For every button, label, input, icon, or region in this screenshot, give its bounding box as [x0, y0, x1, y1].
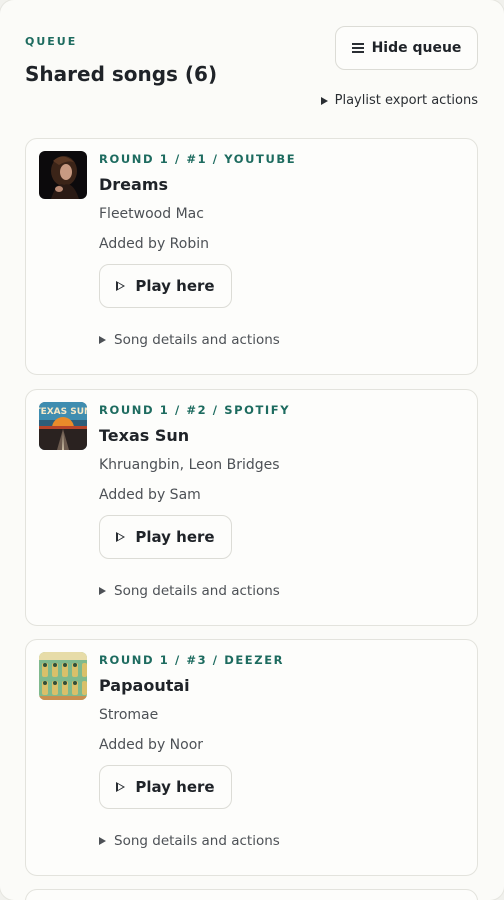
- album-art-papaoutai: [39, 652, 87, 700]
- list-icon: [351, 43, 364, 53]
- song-details-label: Song details and actions: [114, 332, 280, 348]
- hide-queue-button[interactable]: Hide queue: [335, 26, 478, 70]
- play-here-label: Play here: [135, 277, 215, 295]
- song-details-toggle[interactable]: Song details and actions: [99, 583, 280, 599]
- play-icon: [116, 782, 126, 792]
- song-artist: Stromae: [99, 707, 159, 723]
- song-card: ROUND 1 / #3 / DEEZER Papaoutai Stromae …: [25, 639, 478, 876]
- song-details-toggle[interactable]: Song details and actions: [99, 332, 280, 348]
- song-artist: Fleetwood Mac: [99, 206, 204, 222]
- album-art-texas-sun: TEXAS SUN: [39, 402, 87, 450]
- playlist-export-label: Playlist export actions: [334, 93, 478, 108]
- song-title: Dreams: [99, 175, 169, 194]
- song-meta: ROUND 1 / #2 / SPOTIFY: [99, 403, 291, 417]
- play-icon: [116, 281, 126, 291]
- queue-panel: QUEUE Shared songs (6) Hide queue Playli…: [0, 0, 504, 900]
- song-meta: ROUND 1 / #1 / YOUTUBE: [99, 152, 297, 166]
- song-meta: ROUND 1 / #3 / DEEZER: [99, 653, 285, 667]
- texas-sun-art-text: TEXAS SUN: [39, 407, 87, 417]
- song-card: [25, 889, 478, 900]
- playlist-export-toggle[interactable]: Playlist export actions: [320, 93, 478, 108]
- queue-eyebrow: QUEUE: [25, 35, 78, 48]
- album-art-dreams: [39, 151, 87, 199]
- disclosure-triangle-icon: [99, 336, 106, 344]
- play-here-button[interactable]: Play here: [99, 515, 232, 559]
- hide-queue-label: Hide queue: [371, 40, 462, 56]
- play-icon: [116, 532, 126, 542]
- play-here-button[interactable]: Play here: [99, 765, 232, 809]
- disclosure-triangle-icon: [99, 837, 106, 845]
- added-by: Added by Noor: [99, 737, 204, 753]
- song-card: TEXAS SUN ROUND 1 / #2 / SPOTIFY Texas S…: [25, 389, 478, 626]
- song-details-label: Song details and actions: [114, 833, 280, 849]
- disclosure-triangle-icon: [320, 96, 328, 105]
- song-card: ROUND 1 / #1 / YOUTUBE Dreams Fleetwood …: [25, 138, 478, 375]
- disclosure-triangle-icon: [99, 587, 106, 595]
- added-by: Added by Robin: [99, 236, 209, 252]
- play-here-button[interactable]: Play here: [99, 264, 232, 308]
- play-here-label: Play here: [135, 778, 215, 796]
- page-title: Shared songs (6): [25, 62, 218, 86]
- song-title: Papaoutai: [99, 676, 190, 695]
- song-details-toggle[interactable]: Song details and actions: [99, 833, 280, 849]
- added-by: Added by Sam: [99, 487, 201, 503]
- play-here-label: Play here: [135, 528, 215, 546]
- song-artist: Khruangbin, Leon Bridges: [99, 457, 280, 473]
- song-title: Texas Sun: [99, 426, 190, 445]
- song-details-label: Song details and actions: [114, 583, 280, 599]
